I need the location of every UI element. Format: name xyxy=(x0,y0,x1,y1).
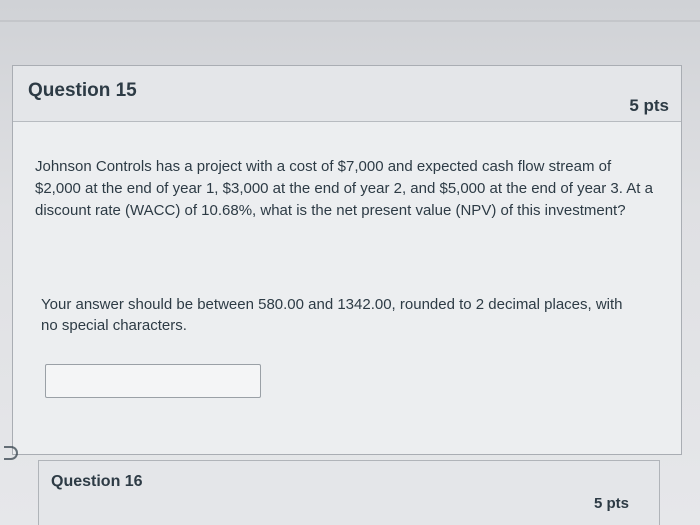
previous-question-border xyxy=(0,20,700,22)
next-question-card: Question 16 5 pts xyxy=(38,460,660,525)
question-points: 5 pts xyxy=(629,96,669,115)
question-card: Question 15 5 pts Johnson Controls has a… xyxy=(12,65,682,455)
next-question-title: Question 16 xyxy=(51,473,143,490)
answer-instructions: Your answer should be between 580.00 and… xyxy=(41,296,623,334)
question-header: Question 15 5 pts xyxy=(13,66,681,122)
answer-input[interactable] xyxy=(45,364,261,398)
question-text: Johnson Controls has a project with a co… xyxy=(35,158,653,219)
question-title: Question 15 xyxy=(28,80,137,101)
flag-question-icon[interactable] xyxy=(4,446,18,460)
next-question-points: 5 pts xyxy=(593,495,629,512)
